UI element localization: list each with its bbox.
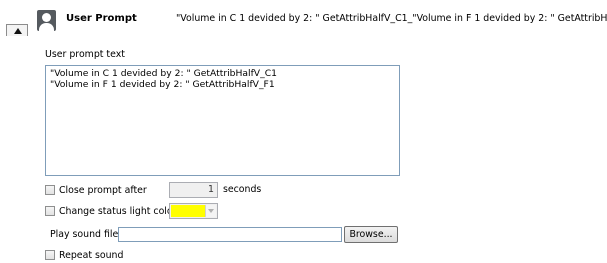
- sound-file-label: Play sound file: [50, 229, 119, 240]
- color-swatch: [171, 205, 206, 217]
- close-prompt-seconds-input[interactable]: 1: [169, 182, 218, 198]
- user-icon: [37, 10, 56, 31]
- color-dropdown-arrow[interactable]: [205, 205, 216, 217]
- prompt-text-area[interactable]: "Volume in C 1 devided by 2: " GetAttrib…: [45, 65, 400, 176]
- step-header: User Prompt "Volume in C 1 devided by 2:…: [0, 0, 607, 36]
- repeat-sound-label: Repeat sound: [59, 249, 124, 261]
- chevron-down-icon: [208, 209, 214, 213]
- seconds-label: seconds: [223, 184, 262, 195]
- prompt-text-label: User prompt text: [45, 49, 125, 60]
- collapse-up-icon: [14, 28, 22, 34]
- close-prompt-label: Close prompt after: [59, 184, 147, 196]
- close-prompt-row: Close prompt after: [45, 182, 147, 198]
- collapse-button[interactable]: [6, 24, 28, 36]
- status-light-color-picker[interactable]: [169, 203, 218, 219]
- sound-file-input[interactable]: [118, 227, 342, 242]
- repeat-sound-row: Repeat sound: [45, 247, 123, 263]
- browse-button[interactable]: Browse...: [344, 226, 398, 243]
- close-prompt-checkbox[interactable]: [45, 185, 55, 195]
- status-light-checkbox[interactable]: [45, 206, 55, 216]
- step-title: User Prompt: [66, 13, 137, 24]
- repeat-sound-checkbox[interactable]: [45, 250, 55, 260]
- status-light-label: Change status light color: [59, 205, 177, 217]
- status-light-row: Change status light color: [45, 203, 177, 219]
- step-summary: "Volume in C 1 devided by 2: " GetAttrib…: [176, 13, 607, 24]
